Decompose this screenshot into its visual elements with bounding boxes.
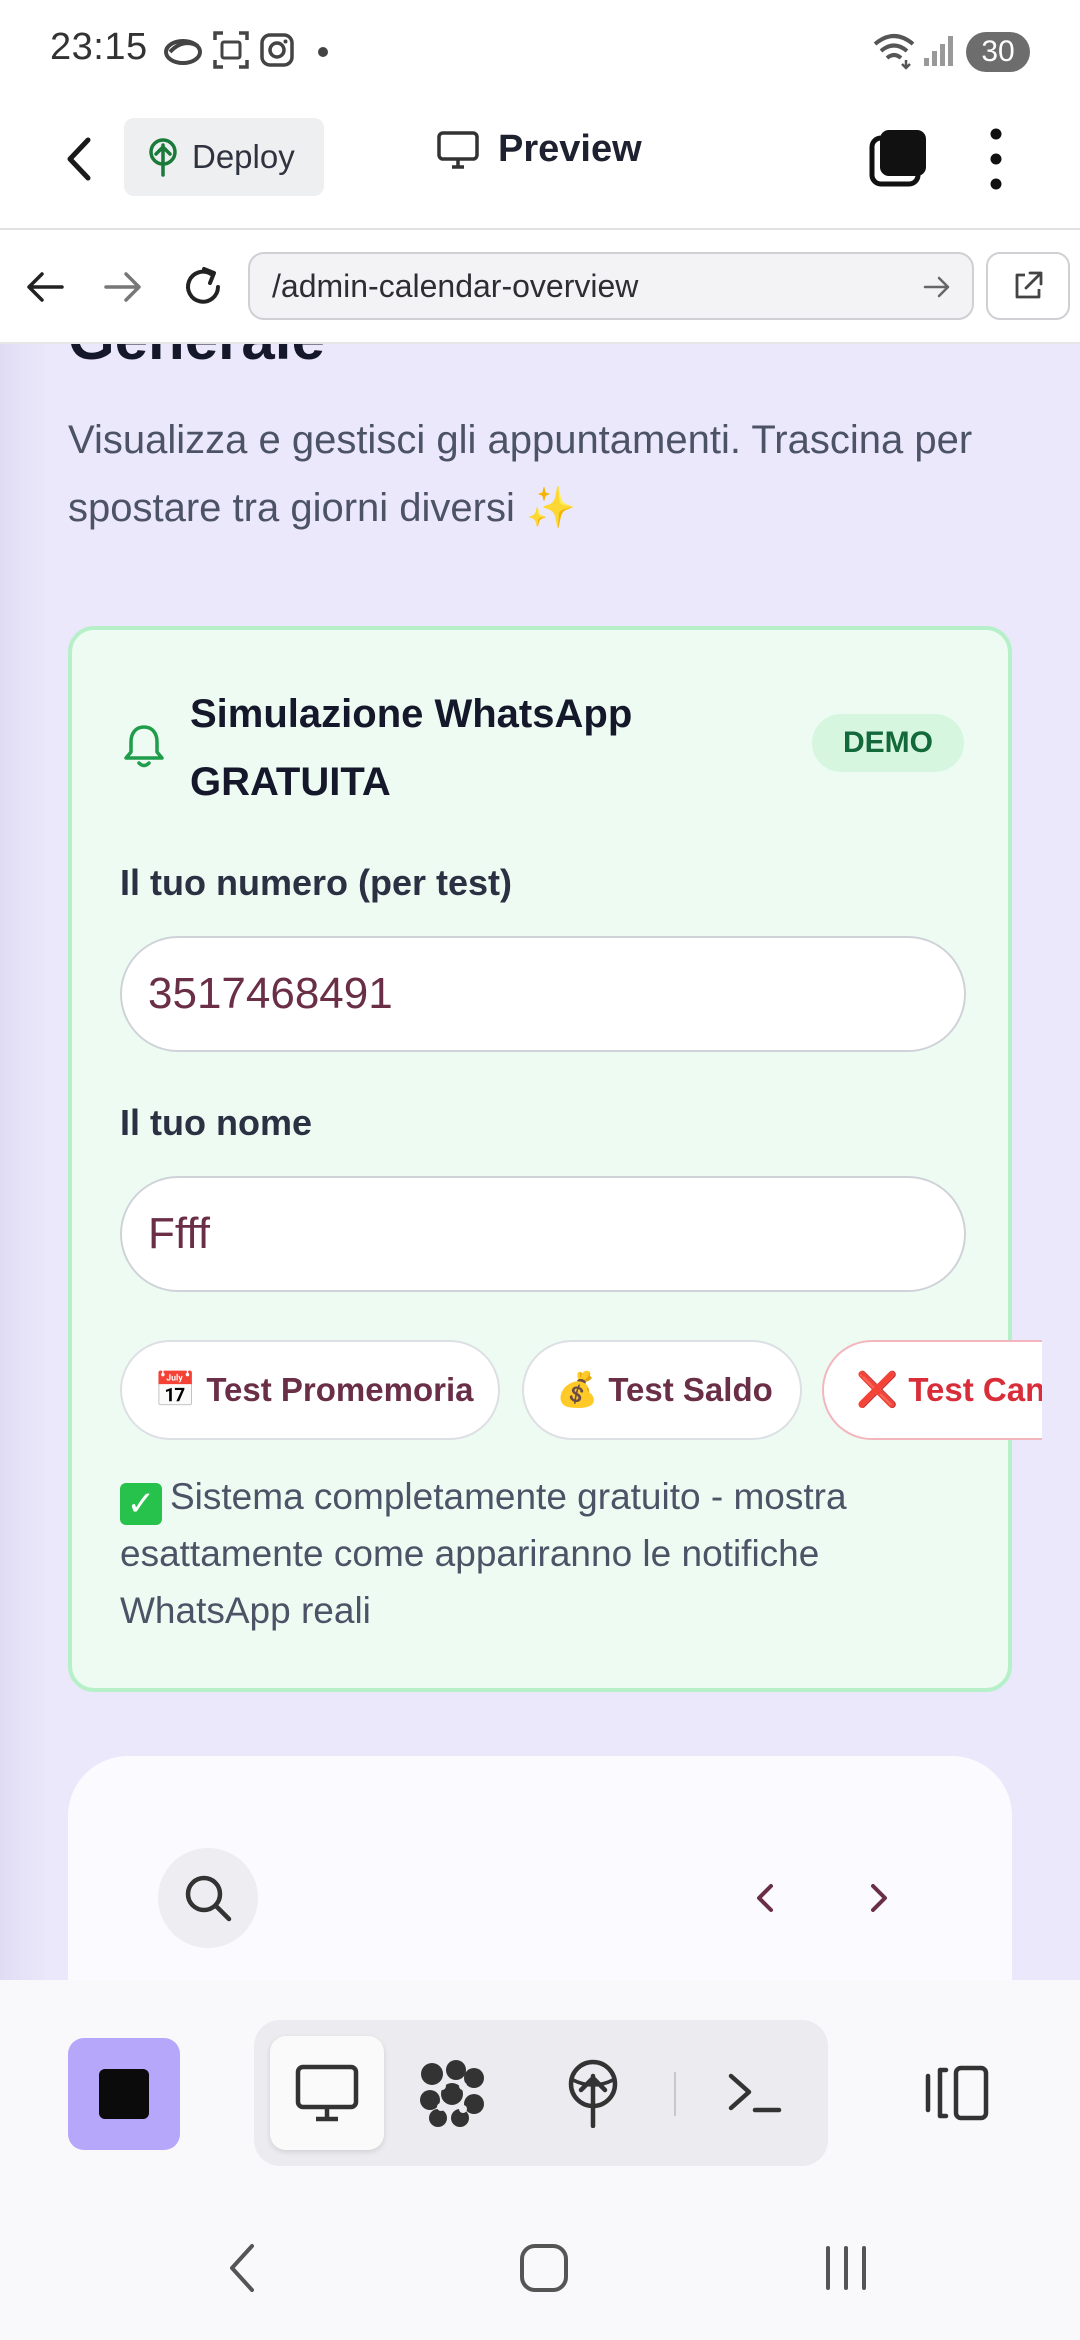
bottom-toolbar: [0, 1980, 1080, 2198]
preview-label: Preview: [498, 128, 642, 170]
test-balance-label: Test Saldo: [608, 1371, 773, 1408]
phone-label: Il tuo numero (per test): [120, 862, 513, 903]
wifi-icon: [873, 34, 915, 70]
browser-back-icon[interactable]: [22, 264, 68, 310]
test-balance-button[interactable]: 💰 Test Saldo: [522, 1340, 802, 1440]
url-input[interactable]: /admin-calendar-overview: [248, 252, 974, 320]
free-system-note-text: Sistema completamente gratuito - mostra …: [120, 1476, 847, 1631]
go-arrow-icon[interactable]: [922, 274, 952, 300]
phone-input[interactable]: [120, 936, 966, 1052]
monitor-icon: [437, 130, 479, 169]
test-reminder-button[interactable]: 📅 Test Promemoria: [120, 1340, 500, 1440]
whatsapp-simulation-card: Simulazione WhatsApp GRATUITA DEMO Il tu…: [68, 626, 1042, 1692]
terminal-icon: [728, 2073, 782, 2113]
cross-emoji-icon: ❌: [856, 1370, 899, 1410]
test-cancel-label: Test Cancel: [908, 1371, 1042, 1408]
check-mark-icon: ✓: [120, 1483, 162, 1525]
stop-button[interactable]: [68, 2038, 180, 2150]
status-bar: 23:15 30: [0, 0, 1080, 100]
preview-title: Preview: [436, 128, 642, 171]
system-back-icon[interactable]: [222, 2240, 262, 2296]
url-text: /admin-calendar-overview: [272, 268, 639, 304]
demo-badge: DEMO: [812, 714, 964, 772]
signal-icon: [924, 36, 953, 66]
calendar-emoji-icon: 📅: [154, 1370, 197, 1410]
deploy-label: Deploy: [192, 138, 295, 175]
split-view-icon[interactable]: [922, 2062, 992, 2124]
reload-icon[interactable]: [178, 262, 228, 312]
next-chevron-icon[interactable]: [860, 1878, 896, 1918]
back-arrow-icon[interactable]: [56, 130, 104, 188]
deploy-antenna-icon: [568, 2059, 618, 2128]
page-content: Generale Visualizza e gestisci gli appun…: [0, 344, 1080, 1980]
test-reminder-label: Test Promemoria: [206, 1371, 474, 1408]
tool-divider: [674, 2072, 676, 2116]
name-input[interactable]: [120, 1176, 966, 1292]
test-cancel-button[interactable]: ❌ Test Cancel: [822, 1340, 1042, 1440]
browser-forward-icon[interactable]: [100, 264, 146, 310]
cloud-icon: [164, 39, 202, 65]
system-nav-bar: [0, 2190, 1080, 2340]
whatsapp-card-title: Simulazione WhatsApp GRATUITA: [190, 692, 633, 804]
more-options-icon[interactable]: [978, 124, 1014, 194]
deploy-icon: [149, 138, 177, 177]
screenshot-icon: [213, 31, 249, 69]
shell-tool-button[interactable]: [698, 2036, 812, 2150]
search-icon: [185, 1875, 232, 1922]
external-link-icon: [1015, 271, 1043, 299]
browser-url-bar: /admin-calendar-overview: [0, 232, 1080, 344]
name-label: Il tuo nome: [120, 1102, 312, 1143]
preview-tool-button[interactable]: [270, 2036, 384, 2150]
puzzle-cluster-icon: [420, 2060, 484, 2127]
money-bag-emoji-icon: 💰: [556, 1370, 599, 1410]
calendar-card: [68, 1756, 1012, 1980]
page-subtitle: Visualizza e gestisci gli appuntamenti. …: [68, 418, 973, 530]
bell-icon: [124, 725, 164, 768]
battery-icon: 30: [966, 32, 1030, 72]
instagram-icon: [260, 33, 294, 67]
stop-icon: [99, 2069, 149, 2119]
tabs-icon[interactable]: [866, 126, 930, 190]
system-home-icon[interactable]: [516, 2240, 572, 2296]
status-time: 23:15: [50, 26, 148, 68]
previous-chevron-icon[interactable]: [748, 1878, 784, 1918]
free-system-note: ✓ Sistema completamente gratuito - mostra…: [120, 1468, 970, 1639]
open-external-button[interactable]: [986, 252, 1070, 320]
system-recents-icon[interactable]: [818, 2240, 874, 2296]
desktop-icon: [295, 2064, 359, 2122]
app-header: Deploy Preview: [0, 100, 1080, 230]
deploy-tool-button[interactable]: [536, 2036, 650, 2150]
calendar-search-button[interactable]: [158, 1848, 258, 1948]
deploy-button[interactable]: Deploy: [124, 118, 324, 196]
dot-icon: [318, 47, 328, 57]
tool-switcher: [254, 2020, 828, 2166]
page-heading: Generale: [68, 344, 325, 373]
integrations-tool-button[interactable]: [394, 2036, 508, 2150]
